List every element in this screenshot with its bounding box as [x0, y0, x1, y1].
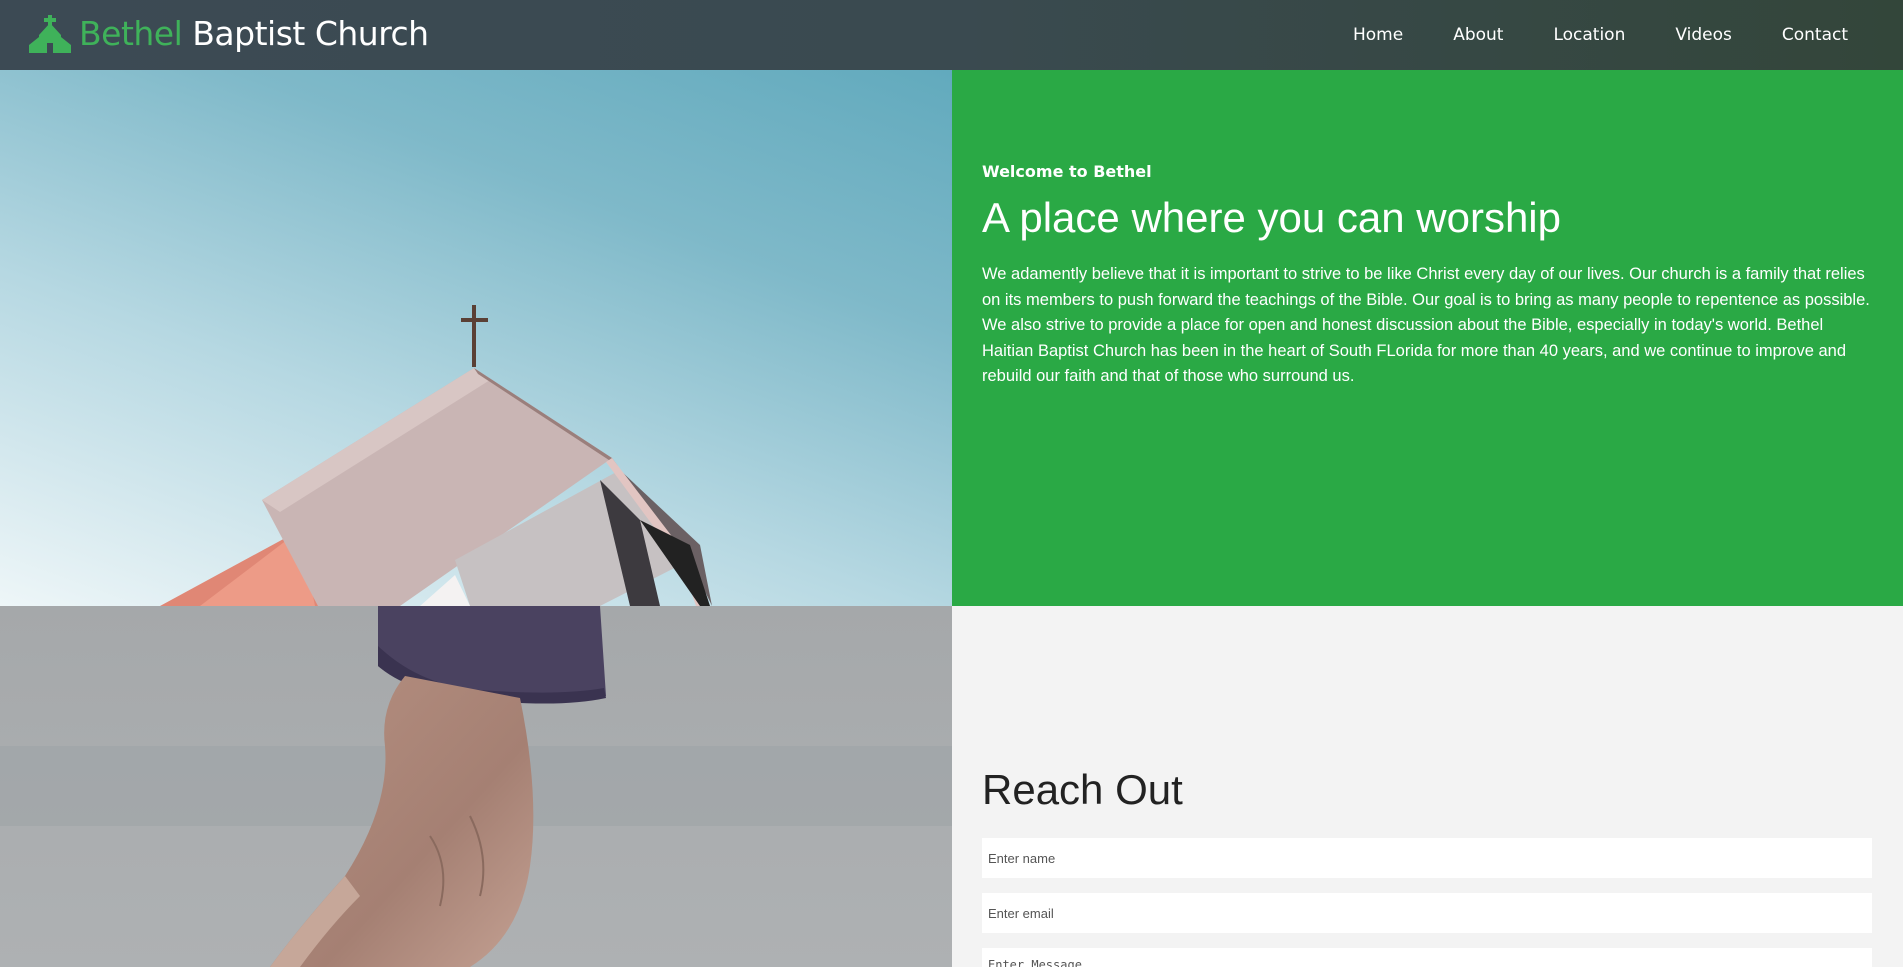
contact-section: Reach Out	[952, 606, 1903, 967]
nav-about-link[interactable]: About	[1453, 25, 1503, 45]
nav-location-link[interactable]: Location	[1553, 25, 1625, 45]
church-icon	[29, 14, 71, 53]
welcome-body-text: We adamently believe that it is importan…	[982, 265, 1870, 385]
top-navbar: Bethel Baptist Church Home About Locatio…	[0, 0, 1903, 70]
brand-name: Bethel Baptist Church	[79, 14, 429, 53]
welcome-eyebrow: Welcome to Bethel	[982, 162, 1152, 181]
nav-home-link[interactable]: Home	[1353, 25, 1403, 45]
message-input[interactable]	[982, 948, 1872, 967]
contact-title: Reach Out	[982, 766, 1183, 813]
nav-menu: Home About Location Videos Contact	[1303, 0, 1848, 70]
brand-logo-link[interactable]: Bethel Baptist Church	[29, 14, 429, 53]
brand-rest-words: Baptist Church	[192, 14, 429, 53]
name-input[interactable]	[982, 838, 1872, 878]
welcome-section: Welcome to Bethel A place where you can …	[952, 70, 1903, 606]
email-input[interactable]	[982, 893, 1872, 933]
reaching-hand-photo	[0, 606, 952, 967]
nav-videos-link[interactable]: Videos	[1675, 25, 1732, 45]
brand-accent-word: Bethel	[79, 14, 183, 53]
church-roof-illustration	[160, 305, 712, 606]
church-roof-photo	[0, 0, 952, 606]
welcome-headline: A place where you can worship	[982, 194, 1561, 241]
nav-contact-link[interactable]: Contact	[1782, 25, 1848, 45]
reaching-hand-illustration	[0, 606, 952, 967]
